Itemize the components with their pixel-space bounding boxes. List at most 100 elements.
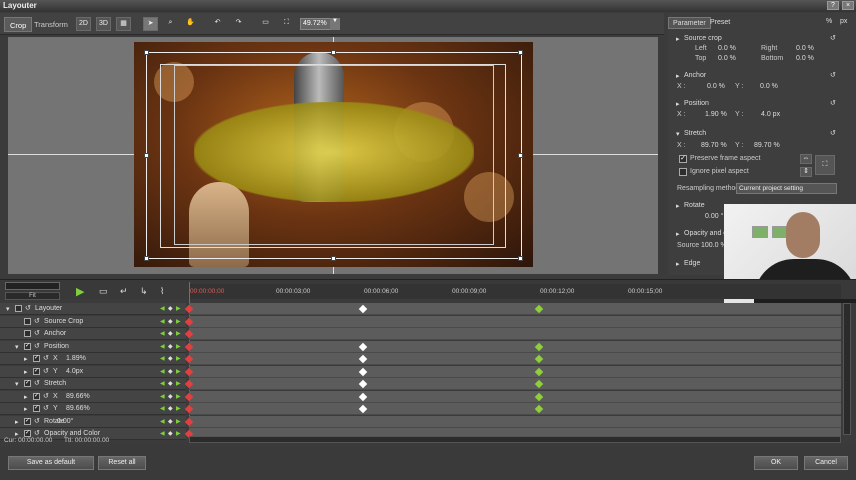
- track-row[interactable]: ↺ Source Crop ◀ ◆ ▶: [0, 315, 186, 328]
- play-icon[interactable]: ▶: [76, 285, 84, 298]
- resize-handle[interactable]: [518, 153, 523, 158]
- expand-icon[interactable]: ▾: [15, 343, 19, 351]
- track-checkbox[interactable]: ✓: [33, 367, 40, 375]
- add-key-icon[interactable]: ◆: [168, 380, 173, 387]
- track-row[interactable]: ▸ ✓ ↺ Y 4.0px ◀ ◆ ▶: [0, 365, 186, 378]
- cancel-button[interactable]: Cancel: [804, 456, 848, 470]
- redo-icon[interactable]: ↷: [231, 17, 246, 31]
- vertical-scrollbar[interactable]: [843, 303, 851, 435]
- prev-key-arrow-icon[interactable]: ◀: [160, 405, 165, 412]
- preserve-aspect-checkbox[interactable]: ✓: [679, 155, 687, 163]
- track-lane[interactable]: [189, 415, 841, 428]
- horizontal-scrollbar[interactable]: [189, 436, 841, 443]
- next-key-arrow-icon[interactable]: ▶: [176, 318, 181, 325]
- undo-icon[interactable]: ↶: [210, 17, 225, 31]
- next-key-arrow-icon[interactable]: ▶: [176, 368, 181, 375]
- add-key-icon[interactable]: ◆: [168, 318, 173, 325]
- crop-bottom-value[interactable]: 0.0 %: [796, 55, 814, 62]
- fullscreen-fit-icon[interactable]: ⛶: [815, 155, 835, 175]
- track-value[interactable]: 0.00°: [57, 418, 73, 425]
- 3d-button[interactable]: 3D: [96, 17, 111, 31]
- reset-icon[interactable]: ↺: [830, 71, 838, 79]
- reset-icon[interactable]: ↺: [43, 367, 49, 375]
- tab-parameter[interactable]: Parameter: [668, 17, 711, 29]
- track-checkbox[interactable]: ✓: [33, 405, 40, 412]
- zoom-dropdown-icon[interactable]: ▼: [330, 18, 340, 30]
- expand-icon[interactable]: ▸: [24, 405, 28, 413]
- add-key-icon[interactable]: ◆: [168, 430, 173, 437]
- stepper-icon[interactable]: ⇕: [800, 167, 812, 177]
- ignore-pixel-checkbox[interactable]: [679, 168, 687, 176]
- section-source-crop[interactable]: Source crop: [684, 35, 722, 42]
- add-key-icon[interactable]: ◆: [168, 368, 173, 375]
- resize-handle[interactable]: [144, 256, 149, 261]
- track-checkbox[interactable]: ✓: [24, 380, 31, 387]
- reset-icon[interactable]: ↺: [830, 129, 838, 137]
- frame-fit-icon[interactable]: ▭: [258, 17, 273, 31]
- track-checkbox[interactable]: [24, 317, 31, 325]
- next-key-arrow-icon[interactable]: ▶: [176, 305, 181, 312]
- next-key-arrow-icon[interactable]: ▶: [176, 330, 181, 337]
- track-checkbox[interactable]: [24, 330, 31, 337]
- reset-icon[interactable]: ↺: [34, 379, 40, 387]
- resize-handle[interactable]: [518, 256, 523, 261]
- crop-top-value[interactable]: 0.0 %: [718, 55, 736, 62]
- track-checkbox[interactable]: ✓: [24, 417, 31, 425]
- expand-icon[interactable]: ▸: [676, 202, 680, 210]
- prev-key-arrow-icon[interactable]: ◀: [160, 430, 165, 437]
- track-checkbox[interactable]: ✓: [24, 430, 31, 437]
- close-button[interactable]: ×: [842, 1, 854, 10]
- track-checkbox[interactable]: ✓: [33, 392, 40, 400]
- reset-icon[interactable]: ↺: [34, 329, 40, 337]
- add-key-icon[interactable]: ◆: [168, 330, 173, 337]
- collapse-icon[interactable]: ▾: [676, 130, 680, 138]
- zoom-magnifier-icon[interactable]: ⌕: [163, 17, 178, 31]
- expand-icon[interactable]: ▸: [676, 72, 680, 80]
- track-checkbox[interactable]: [15, 305, 22, 312]
- add-key-icon[interactable]: ◆: [168, 405, 173, 412]
- reset-icon[interactable]: ↺: [830, 99, 838, 107]
- fit-screen-icon[interactable]: ⛶: [279, 17, 294, 31]
- help-button[interactable]: ?: [827, 1, 839, 10]
- ok-button[interactable]: OK: [754, 456, 798, 470]
- stretch-x-value[interactable]: 89.70 %: [701, 142, 727, 149]
- resampling-select[interactable]: Current project setting: [736, 183, 837, 194]
- section-edge[interactable]: Edge: [684, 260, 700, 267]
- graph-icon[interactable]: ⌇: [160, 286, 164, 297]
- unit-percent-toggle[interactable]: %: [826, 18, 832, 25]
- reset-icon[interactable]: ↺: [43, 354, 49, 362]
- reset-icon[interactable]: ↺: [830, 34, 838, 42]
- prev-key-arrow-icon[interactable]: ◀: [160, 418, 165, 425]
- track-lane[interactable]: [189, 340, 841, 353]
- expand-icon[interactable]: ▸: [676, 230, 680, 238]
- prev-key-arrow-icon[interactable]: ◀: [160, 330, 165, 337]
- track-lane[interactable]: [189, 403, 841, 415]
- next-key-arrow-icon[interactable]: ▶: [176, 393, 181, 400]
- swap-icon[interactable]: ⇔: [800, 154, 812, 164]
- track-row[interactable]: ▾ ↺ Layouter ◀ ◆ ▶: [0, 303, 186, 315]
- expand-icon[interactable]: ▾: [6, 305, 10, 313]
- next-key-arrow-icon[interactable]: ▶: [176, 355, 181, 362]
- track-row[interactable]: ▸ ✓ ↺ Y 89.66% ◀ ◆ ▶: [0, 403, 186, 415]
- position-x-value[interactable]: 1.90 %: [705, 111, 727, 118]
- expand-icon[interactable]: ▸: [676, 100, 680, 108]
- resize-handle[interactable]: [144, 50, 149, 55]
- resize-handle[interactable]: [331, 50, 336, 55]
- tab-preset[interactable]: Preset: [706, 17, 734, 29]
- prev-key-arrow-icon[interactable]: ◀: [160, 355, 165, 362]
- section-stretch[interactable]: Stretch: [684, 130, 706, 137]
- stretch-y-value[interactable]: 89.70 %: [754, 142, 780, 149]
- section-position[interactable]: Position: [684, 100, 709, 107]
- reset-icon[interactable]: ↺: [34, 317, 40, 325]
- hand-pan-icon[interactable]: ✋: [183, 17, 198, 31]
- next-key-arrow-icon[interactable]: ▶: [176, 343, 181, 350]
- resize-handle[interactable]: [331, 256, 336, 261]
- add-key-icon[interactable]: ◆: [168, 355, 173, 362]
- expand-icon[interactable]: ▸: [24, 368, 28, 376]
- next-keyframe-icon[interactable]: ↳: [140, 286, 148, 297]
- opacity-source-value[interactable]: 100.0 %: [701, 242, 727, 249]
- track-lane[interactable]: [189, 328, 841, 340]
- next-key-arrow-icon[interactable]: ▶: [176, 418, 181, 425]
- expand-icon[interactable]: ▸: [15, 418, 19, 426]
- track-row[interactable]: ▸ ✓ ↺ X 1.89% ◀ ◆ ▶: [0, 353, 186, 365]
